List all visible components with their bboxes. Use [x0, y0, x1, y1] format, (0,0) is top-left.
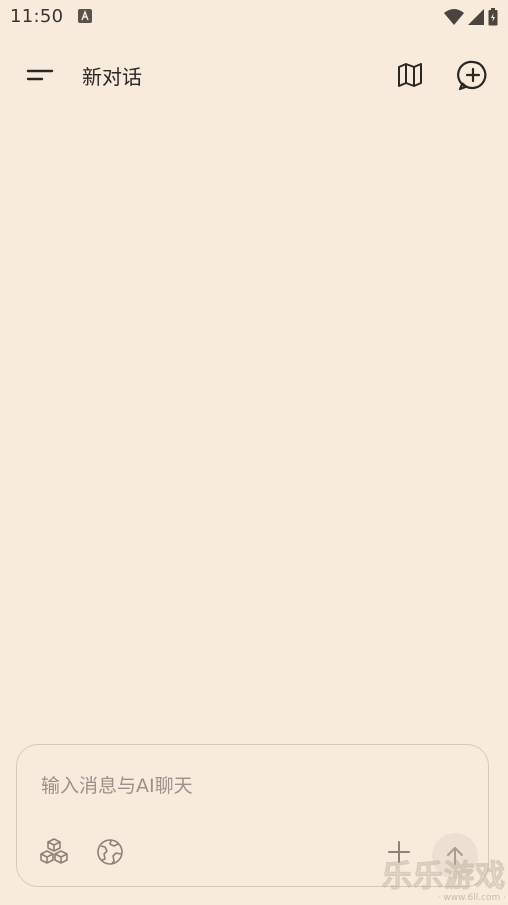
message-input[interactable] — [41, 771, 461, 801]
status-bar: 11:50 — [0, 0, 508, 34]
battery-icon — [488, 8, 498, 26]
new-chat-icon — [457, 60, 487, 91]
watermark: 乐乐游戏 · www.6ll.com · — [382, 859, 507, 903]
watermark-url: · www.6ll.com · — [437, 893, 506, 903]
status-icons — [444, 7, 498, 27]
new-chat-button[interactable] — [454, 57, 492, 95]
status-time: 11:50 — [10, 6, 64, 27]
map-icon — [398, 63, 422, 87]
web-search-button[interactable] — [93, 835, 127, 869]
watermark-text: 乐乐游戏 — [382, 859, 506, 894]
chat-area — [0, 110, 508, 735]
android-notification-icon — [78, 9, 92, 23]
globe-icon — [97, 839, 123, 865]
cellular-signal-icon — [468, 9, 484, 25]
page-title: 新对话 — [82, 65, 142, 89]
models-cubes-icon — [40, 838, 68, 864]
models-button[interactable] — [37, 835, 71, 869]
menu-icon — [26, 69, 54, 81]
wifi-icon — [444, 9, 464, 25]
map-button[interactable] — [392, 57, 428, 93]
app-bar: 新对话 — [0, 46, 508, 104]
menu-button[interactable] — [22, 60, 58, 90]
